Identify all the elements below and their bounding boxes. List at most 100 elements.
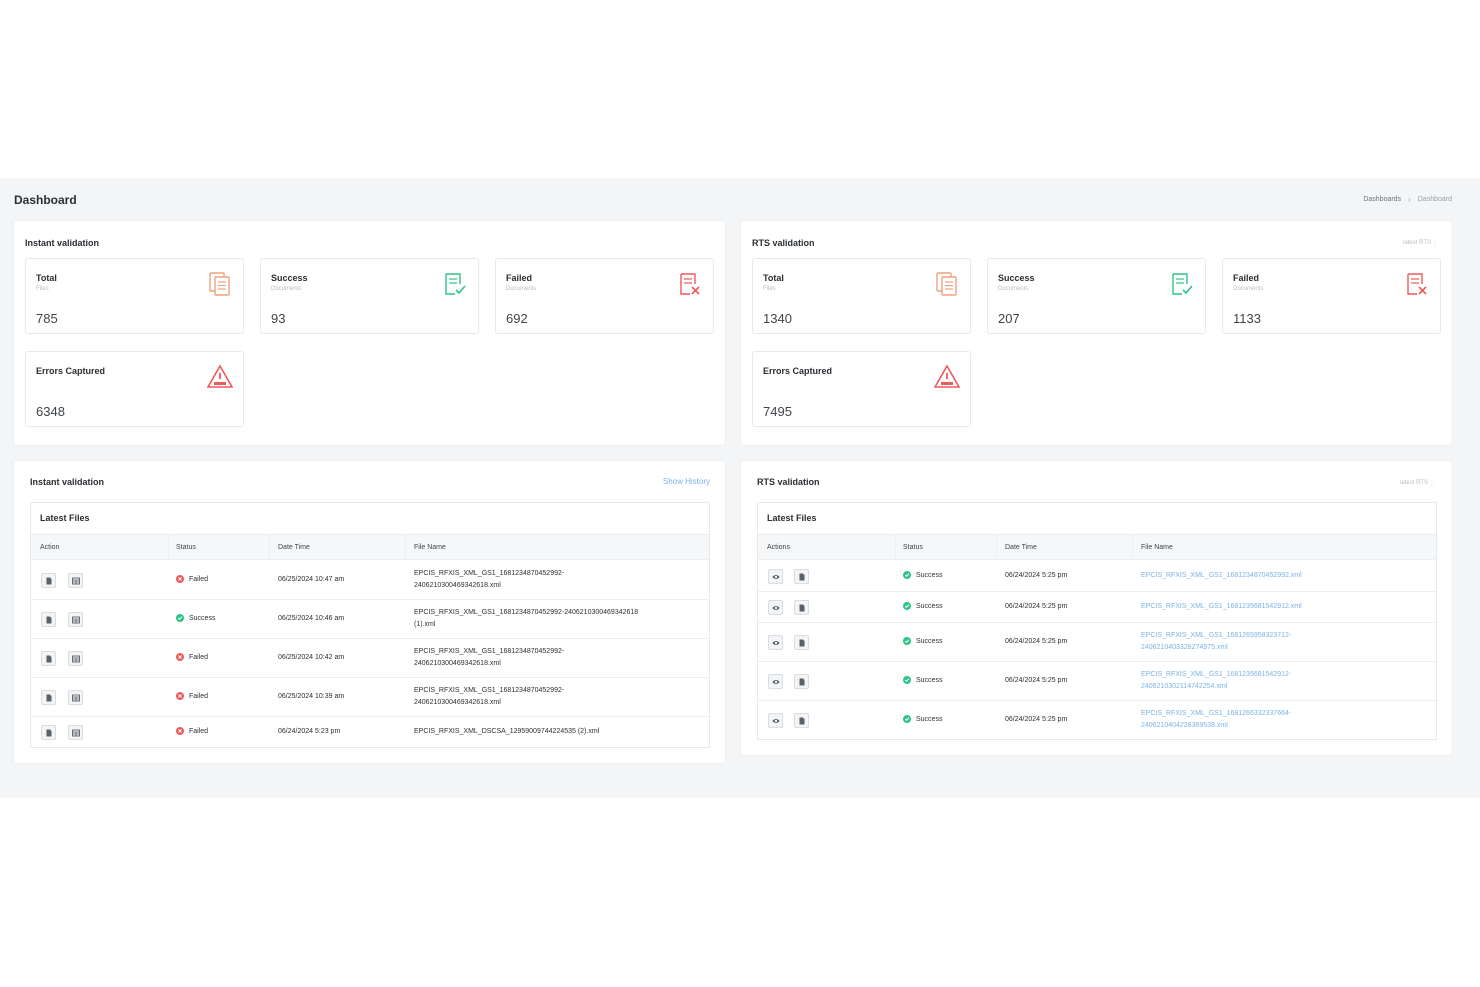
breadcrumb: Dashboards › Dashboard xyxy=(1363,195,1452,204)
view-button[interactable] xyxy=(768,674,783,689)
more-icon[interactable]: ⋮ xyxy=(1432,240,1438,247)
panel-title: RTS validation xyxy=(752,238,815,248)
download-button[interactable] xyxy=(794,674,809,689)
file-icon xyxy=(46,655,51,662)
status-badge: Success xyxy=(176,614,215,622)
breadcrumb-dashboards[interactable]: Dashboards xyxy=(1363,196,1401,203)
page-title: Dashboard xyxy=(14,193,77,207)
eye-icon xyxy=(771,574,780,579)
errors-captured-card: Errors Captured 6348 xyxy=(25,351,244,427)
date-time: 06/24/2024 5:25 pm xyxy=(1005,572,1068,579)
view-button[interactable] xyxy=(768,635,783,650)
column-header: Action xyxy=(40,544,60,551)
table-view-button[interactable] xyxy=(68,651,83,666)
rts-summary-panel: RTS validation latest RTS ⋮ Total Files … xyxy=(741,221,1452,445)
download-button[interactable] xyxy=(794,600,809,615)
success-icon xyxy=(903,571,911,579)
download-button[interactable] xyxy=(41,573,56,588)
view-button[interactable] xyxy=(768,600,783,615)
column-header: Actions xyxy=(767,544,790,551)
card-sub: Documents xyxy=(271,286,302,292)
card-label: Total xyxy=(763,273,784,283)
column-divider xyxy=(168,535,169,559)
card-value: 93 xyxy=(271,311,286,326)
column-divider xyxy=(1132,535,1133,559)
download-button[interactable] xyxy=(794,569,809,584)
table-view-button[interactable] xyxy=(68,690,83,705)
file-icon xyxy=(799,639,804,646)
success-icon xyxy=(903,637,911,645)
status-badge: Success xyxy=(903,637,942,645)
card-label: Errors Captured xyxy=(36,366,106,376)
breadcrumb-current: Dashboard xyxy=(1417,196,1452,203)
card-sub: Files xyxy=(36,286,49,292)
files-icon xyxy=(936,272,957,296)
file-name-link[interactable]: EPCIS_RFXIS_XML_GS1_1681235681542912- 240… xyxy=(1141,669,1291,693)
card-label: Total xyxy=(36,273,57,283)
latest-rts-link[interactable]: latest RTS xyxy=(1403,240,1431,246)
status-text: Success xyxy=(189,614,216,622)
view-button[interactable] xyxy=(768,713,783,728)
date-time: 06/25/2024 10:39 am xyxy=(278,693,345,700)
status-text: Success xyxy=(916,571,943,579)
table-row: Success 06/24/2024 5:25 pm EPCIS_RFXIS_X… xyxy=(758,592,1436,623)
download-button[interactable] xyxy=(41,612,56,627)
column-divider xyxy=(996,535,997,559)
failed-documents-card: Failed Documents 1133 xyxy=(1222,258,1441,334)
view-button[interactable] xyxy=(768,569,783,584)
files-icon xyxy=(209,272,230,296)
warning-icon xyxy=(207,364,233,388)
date-time: 06/24/2024 5:25 pm xyxy=(1005,677,1068,684)
card-label: Success xyxy=(998,273,1035,283)
file-name-line-1: EPCIS_RFXIS_XML_GS1_1681235681542912.xml xyxy=(1141,603,1302,610)
success-icon xyxy=(903,715,911,723)
file-name-link[interactable]: EPCIS_RFXIS_XML_GS1_1681265958323712- 240… xyxy=(1141,630,1291,654)
eye-icon xyxy=(771,605,780,610)
chevron-right-icon: › xyxy=(1408,195,1411,204)
more-icon[interactable]: ⋮ xyxy=(1429,480,1435,487)
file-icon xyxy=(46,729,51,736)
card-label: Errors Captured xyxy=(763,366,833,376)
file-name-line-2: 2406210300469342618.xml xyxy=(414,660,501,667)
download-button[interactable] xyxy=(41,690,56,705)
date-time: 06/25/2024 10:47 am xyxy=(278,576,345,583)
success-icon xyxy=(903,676,911,684)
table-view-button[interactable] xyxy=(68,573,83,588)
date-time: 06/24/2024 5:25 pm xyxy=(1005,603,1068,610)
card-value: 6348 xyxy=(36,404,65,419)
download-button[interactable] xyxy=(794,713,809,728)
status-text: Success xyxy=(916,637,943,645)
column-divider xyxy=(269,535,270,559)
table-view-button[interactable] xyxy=(68,612,83,627)
table-view-button[interactable] xyxy=(68,725,83,740)
status-badge: Success xyxy=(903,602,942,610)
table-title: Latest Files xyxy=(40,513,90,523)
download-button[interactable] xyxy=(41,725,56,740)
column-header: Date Time xyxy=(1005,544,1037,551)
status-text: Failed xyxy=(189,653,209,661)
file-name: EPCIS_RFXIS_XML_DSCSA_12959009744224535 … xyxy=(414,726,599,738)
instant-files-panel: Instant validation Show History Latest F… xyxy=(14,461,725,763)
status-text: Success xyxy=(916,676,943,684)
download-button[interactable] xyxy=(794,635,809,650)
eye-icon xyxy=(771,679,780,684)
latest-files-table: Latest Files Actions Status Date Time Fi… xyxy=(757,502,1437,740)
status-badge: Success xyxy=(903,715,942,723)
file-icon xyxy=(46,616,51,623)
file-name-link[interactable]: EPCIS_RFXIS_XML_GS1_1681234870452992.xml xyxy=(1141,570,1302,582)
download-button[interactable] xyxy=(41,651,56,666)
file-name: EPCIS_RFXIS_XML_GS1_1681234870452992- 240… xyxy=(414,685,564,709)
table-title: Latest Files xyxy=(767,513,817,523)
table-icon xyxy=(71,655,80,662)
table-row: Success 06/24/2024 5:25 pm EPCIS_RFXIS_X… xyxy=(758,662,1436,701)
file-name-link[interactable]: EPCIS_RFXIS_XML_GS1_1681235681542912.xml xyxy=(1141,601,1302,613)
card-label: Failed xyxy=(1233,273,1260,283)
table-icon xyxy=(71,577,80,584)
success-icon xyxy=(903,602,911,610)
total-files-card: Total Files 1340 xyxy=(752,258,971,334)
latest-rts-link[interactable]: latest RTS xyxy=(1400,480,1428,486)
file-name-line-1: EPCIS_RFXIS_XML_GS1_1681266332337664- xyxy=(1141,710,1292,717)
file-name-line-2: 2406210404228369538.xml xyxy=(1141,722,1228,729)
show-history-link[interactable]: Show History xyxy=(663,477,710,486)
file-name-link[interactable]: EPCIS_RFXIS_XML_GS1_1681266332337664- 240… xyxy=(1141,708,1291,732)
